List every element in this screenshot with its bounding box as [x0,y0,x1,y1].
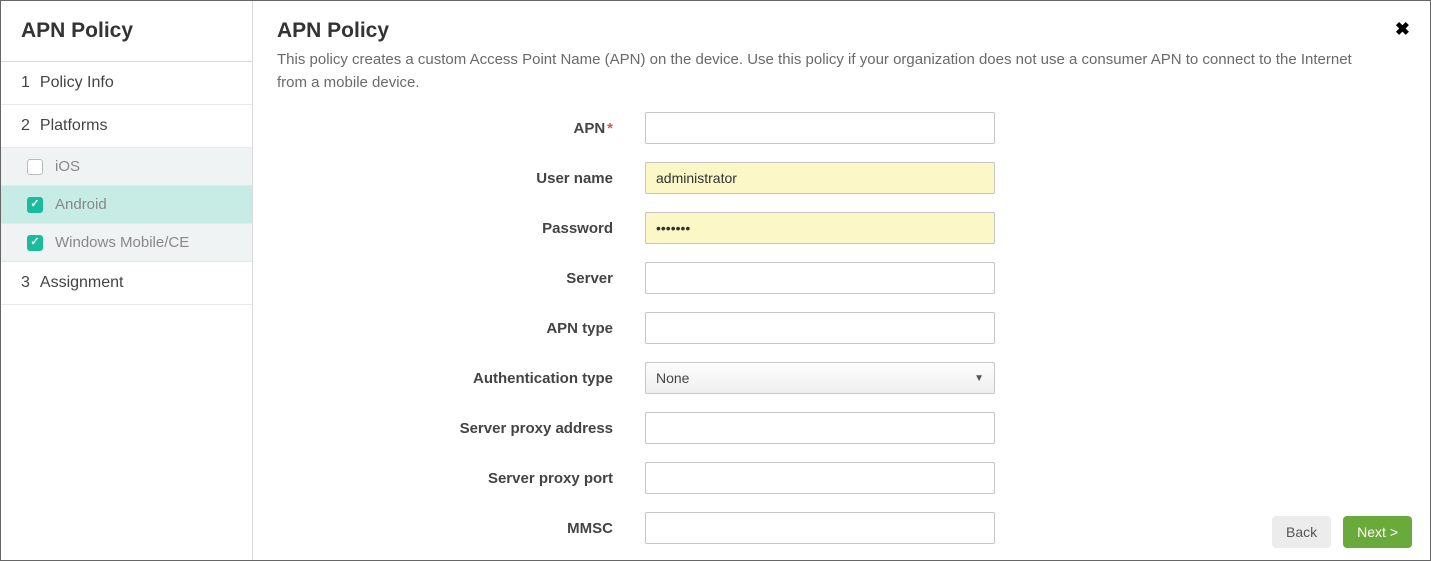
platform-label: Windows Mobile/CE [55,234,189,251]
label-proxyaddr: Server proxy address [277,420,645,437]
close-icon: ✖ [1395,19,1410,39]
step-label: Policy Info [40,74,114,92]
checkbox-icon[interactable] [27,159,43,175]
platform-list: iOS Android Windows Mobile/CE [1,148,252,262]
close-button[interactable]: ✖ [1395,19,1410,40]
checkbox-icon[interactable] [27,235,43,251]
label-proxyport: Server proxy port [277,470,645,487]
step-number: 2 [21,117,30,135]
row-proxyaddr: Server proxy address [277,412,1406,444]
label-authtype: Authentication type [277,370,645,387]
row-apntype: APN type [277,312,1406,344]
platform-item-android[interactable]: Android [1,186,252,224]
page-title: APN Policy [277,19,1406,43]
page-description: This policy creates a custom Access Poin… [277,49,1366,94]
step-label: Assignment [40,274,124,292]
platform-label: Android [55,196,107,213]
row-authtype: Authentication type None ▼ [277,362,1406,394]
platform-item-ios[interactable]: iOS [1,148,252,186]
step-number: 3 [21,274,30,292]
checkbox-icon[interactable] [27,197,43,213]
label-apntype: APN type [277,320,645,337]
apn-form: APN* User name Password Server APN type [277,112,1406,544]
step-platforms[interactable]: 2 Platforms [1,105,252,148]
apn-input[interactable] [645,112,995,144]
platform-label: iOS [55,158,80,175]
mmsc-input[interactable] [645,512,995,544]
label-server: Server [277,270,645,287]
proxyport-input[interactable] [645,462,995,494]
row-server: Server [277,262,1406,294]
step-assignment[interactable]: 3 Assignment [1,262,252,305]
row-username: User name [277,162,1406,194]
label-apn: APN* [277,120,645,137]
password-input[interactable] [645,212,995,244]
row-proxyport: Server proxy port [277,462,1406,494]
platform-item-windows[interactable]: Windows Mobile/CE [1,224,252,262]
footer-buttons: Back Next > [1272,516,1412,548]
row-apn: APN* [277,112,1406,144]
sidebar-title: APN Policy [21,19,232,43]
step-label: Platforms [40,117,108,135]
sidebar-header: APN Policy [1,1,252,62]
proxyaddr-input[interactable] [645,412,995,444]
row-mmsc: MMSC [277,512,1406,544]
select-value: None [656,370,689,386]
required-asterisk: * [607,120,613,137]
server-input[interactable] [645,262,995,294]
app-wrapper: APN Policy 1 Policy Info 2 Platforms iOS… [0,0,1431,561]
label-password: Password [277,220,645,237]
label-username: User name [277,170,645,187]
next-button[interactable]: Next > [1343,516,1412,548]
back-button[interactable]: Back [1272,516,1331,548]
step-number: 1 [21,74,30,92]
chevron-down-icon: ▼ [974,373,984,384]
step-policy-info[interactable]: 1 Policy Info [1,62,252,105]
row-password: Password [277,212,1406,244]
username-input[interactable] [645,162,995,194]
label-mmsc: MMSC [277,520,645,537]
sidebar: APN Policy 1 Policy Info 2 Platforms iOS… [1,1,253,560]
authtype-select[interactable]: None ▼ [645,362,995,394]
apntype-input[interactable] [645,312,995,344]
main-panel: ✖ APN Policy This policy creates a custo… [253,1,1430,560]
label-text: APN [573,120,605,137]
